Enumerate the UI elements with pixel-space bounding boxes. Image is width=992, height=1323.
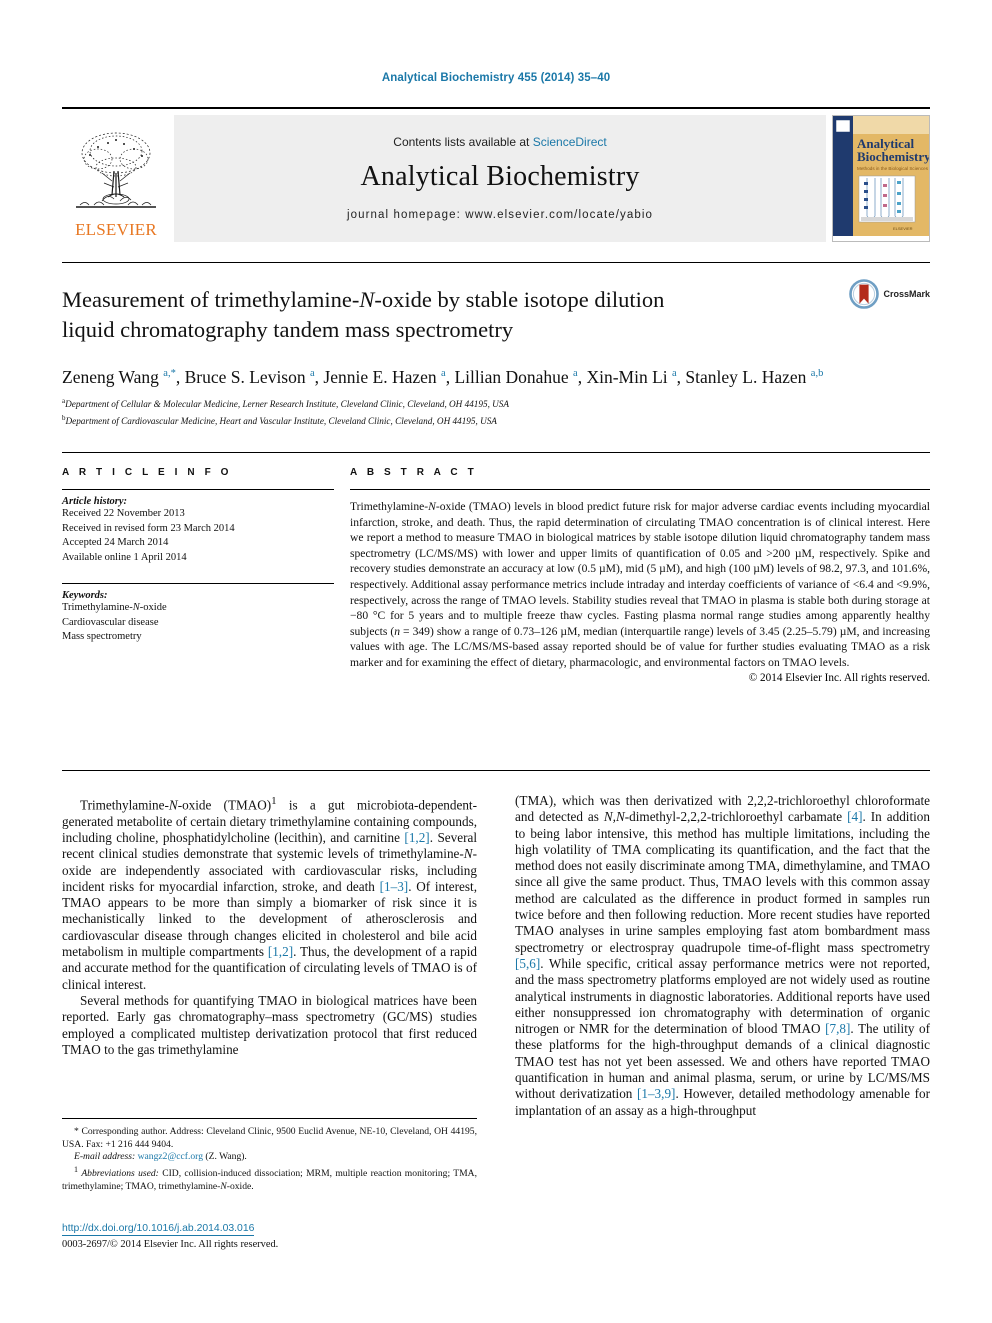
contents-prefix: Contents lists available at bbox=[393, 134, 533, 149]
body-paragraph: Several methods for quantifying TMAO in … bbox=[62, 992, 477, 1057]
email-note: E-mail address: wangz2@ccf.org (Z. Wang)… bbox=[62, 1151, 477, 1164]
keyword-item: Trimethylamine-N-oxide bbox=[62, 602, 167, 613]
keyword-item: Cardiovascular disease bbox=[62, 616, 159, 628]
keywords-group: Keywords: Trimethylamine-N-oxide Cardiov… bbox=[62, 584, 334, 645]
abstract-copyright: © 2014 Elsevier Inc. All rights reserved… bbox=[748, 671, 930, 684]
svg-text:Biochemistry: Biochemistry bbox=[857, 149, 929, 164]
doi-link[interactable]: http://dx.doi.org/10.1016/j.ab.2014.03.0… bbox=[62, 1222, 255, 1236]
email-link[interactable]: wangz2@ccf.org bbox=[138, 1151, 203, 1162]
abbreviations-note: 1 Abbreviations used: CID, collision-ind… bbox=[62, 1164, 477, 1193]
info-and-abstract: A R T I C L E I N F O Article history: R… bbox=[62, 452, 930, 684]
issn-copyright-line: 0003-2697/© 2014 Elsevier Inc. All right… bbox=[62, 1239, 279, 1250]
journal-masthead: ELSEVIER Contents lists available at Sci… bbox=[62, 107, 930, 242]
history-item: Received in revised form 23 March 2014 bbox=[62, 522, 235, 534]
svg-text:ELSEVIER: ELSEVIER bbox=[893, 226, 913, 231]
abstract-text: Trimethylamine-N-oxide (TMAO) levels in … bbox=[350, 500, 930, 669]
abbreviations-marker: 1 bbox=[74, 1164, 78, 1174]
affiliation-b: bDepartment of Cardiovascular Medicine, … bbox=[62, 412, 930, 428]
article-info-heading: A R T I C L E I N F O bbox=[62, 467, 233, 478]
abstract-heading: A B S T R A C T bbox=[350, 467, 478, 478]
affiliation-text-b: Department of Cardiovascular Medicine, H… bbox=[65, 415, 497, 426]
journal-cover-thumbnail[interactable]: Analytical Biochemistry Methods in the B… bbox=[832, 115, 930, 242]
journal-name: Analytical Biochemistry bbox=[360, 160, 640, 192]
keyword-item: Mass spectrometry bbox=[62, 631, 142, 642]
abstract-column: A B S T R A C T Trimethylamine-N-oxide (… bbox=[350, 467, 930, 684]
doi-block: http://dx.doi.org/10.1016/j.ab.2014.03.0… bbox=[62, 1222, 477, 1250]
body-paragraph: Trimethylamine-N-oxide (TMAO)1 is a gut … bbox=[62, 795, 478, 992]
author-list: Zeneng Wang a,*, Bruce S. Levison a, Jen… bbox=[62, 366, 824, 387]
svg-text:Methods in the Biological Scie: Methods in the Biological Sciences bbox=[857, 166, 929, 171]
elsevier-wordmark: ELSEVIER bbox=[75, 220, 157, 239]
crossmark-badge[interactable]: CrossMark bbox=[849, 279, 930, 309]
title-block: Measurement of trimethylamine-N-oxide by… bbox=[62, 262, 930, 428]
elsevier-logo: ELSEVIER bbox=[62, 115, 170, 242]
page-title: Measurement of trimethylamine-N-oxide by… bbox=[62, 285, 762, 345]
elsevier-tree-icon bbox=[76, 132, 156, 208]
affiliation-text-a: Department of Cellular & Molecular Medic… bbox=[65, 398, 510, 409]
abbreviations-label: Abbreviations used: bbox=[81, 1167, 159, 1179]
crossmark-icon bbox=[849, 279, 880, 309]
abstract-bottom-rule bbox=[62, 770, 930, 771]
body-paragraph: (TMA), which was then derivatized with 2… bbox=[515, 793, 930, 1118]
affiliation-a: aDepartment of Cellular & Molecular Medi… bbox=[62, 395, 930, 411]
history-item: Available online 1 April 2014 bbox=[62, 551, 187, 563]
title-italic-N: N bbox=[359, 287, 375, 312]
footnote-block: * Corresponding author. Address: Clevela… bbox=[62, 1118, 477, 1193]
cover-artwork: Analytical Biochemistry Methods in the B… bbox=[833, 116, 929, 236]
body-columns: Trimethylamine-N-oxide (TMAO)1 is a gut … bbox=[62, 793, 930, 1119]
sciencedirect-link[interactable]: ScienceDirect bbox=[533, 135, 607, 149]
title-line-2: liquid chromatography tandem mass spectr… bbox=[62, 317, 514, 342]
contents-available-line: Contents lists available at ScienceDirec… bbox=[393, 135, 606, 149]
body-column-right: (TMA), which was then derivatized with 2… bbox=[515, 793, 930, 1119]
body-column-left: Trimethylamine-N-oxide (TMAO)1 is a gut … bbox=[62, 793, 477, 1119]
title-part-1: Measurement of trimethylamine- bbox=[62, 287, 360, 312]
article-history-group: Article history: Received 22 November 20… bbox=[62, 490, 334, 565]
running-head: Analytical Biochemistry 455 (2014) 35–40 bbox=[381, 72, 611, 84]
article-info-column: A R T I C L E I N F O Article history: R… bbox=[62, 467, 334, 684]
email-label: E-mail address: bbox=[74, 1151, 136, 1163]
email-suffix: (Z. Wang). bbox=[205, 1151, 247, 1163]
corresponding-author-note: * Corresponding author. Address: Clevela… bbox=[62, 1126, 477, 1150]
keywords-label: Keywords: bbox=[62, 590, 108, 601]
journal-homepage-link[interactable]: journal homepage: www.elsevier.com/locat… bbox=[347, 209, 653, 221]
history-item: Received 22 November 2013 bbox=[62, 508, 185, 519]
journal-article-page: Analytical Biochemistry 455 (2014) 35–40 bbox=[0, 0, 992, 1323]
history-item: Accepted 24 March 2014 bbox=[62, 537, 169, 548]
journal-title-band: Contents lists available at ScienceDirec… bbox=[174, 115, 826, 242]
article-history-label: Article history: bbox=[62, 496, 128, 507]
title-part-2: -oxide by stable isotope dilution bbox=[374, 287, 665, 312]
crossmark-label: CrossMark bbox=[883, 289, 930, 299]
